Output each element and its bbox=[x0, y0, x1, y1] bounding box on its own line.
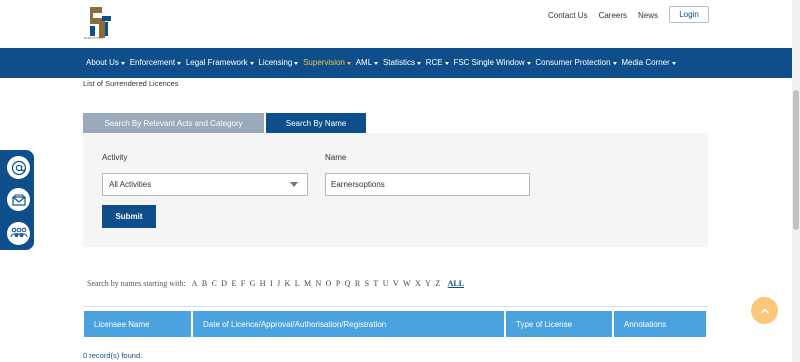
page-title: List of Surrendered Licences bbox=[83, 79, 179, 88]
nav-item-label: Supervision bbox=[303, 58, 345, 67]
column-header-type: Type of License bbox=[506, 311, 612, 337]
caret-down-icon bbox=[249, 61, 254, 65]
nav-item-licensing[interactable]: Licensing bbox=[258, 58, 299, 67]
letter-filter-e[interactable]: E bbox=[231, 279, 236, 288]
envelope-button[interactable] bbox=[6, 187, 31, 212]
nav-item-about-us[interactable]: About Us bbox=[86, 58, 125, 67]
letter-filter-p[interactable]: P bbox=[336, 279, 340, 288]
activity-select[interactable]: All Activities bbox=[102, 173, 308, 196]
caret-down-icon bbox=[177, 61, 182, 65]
caret-down-icon bbox=[374, 61, 379, 65]
top-links: Contact Us Careers News bbox=[548, 11, 669, 20]
chevron-up-icon bbox=[760, 307, 769, 314]
letter-filter-b[interactable]: B bbox=[202, 279, 207, 288]
caret-down-icon bbox=[671, 61, 676, 65]
letter-filter-z[interactable]: Z bbox=[435, 279, 440, 288]
letter-filter-v[interactable]: V bbox=[393, 279, 399, 288]
letter-filter-f[interactable]: F bbox=[241, 279, 245, 288]
news-link[interactable]: News bbox=[638, 11, 658, 20]
letter-filter-u[interactable]: U bbox=[383, 279, 389, 288]
alphabet-label: Search by names starting with: bbox=[87, 279, 186, 288]
letter-filter-a[interactable]: A bbox=[192, 279, 198, 288]
nav-item-fsc-single-window[interactable]: FSC Single Window bbox=[453, 58, 531, 67]
column-header-date: Date of Licence/Approval/Authorisation/R… bbox=[193, 311, 504, 337]
nav-item-supervision[interactable]: Supervision bbox=[303, 58, 351, 67]
people-group-icon bbox=[10, 227, 27, 237]
letter-filter-t[interactable]: T bbox=[373, 279, 378, 288]
letter-filter-o[interactable]: O bbox=[326, 279, 332, 288]
caret-down-icon bbox=[444, 61, 449, 65]
nav-item-aml[interactable]: AML bbox=[355, 58, 379, 67]
nav-item-label: About Us bbox=[86, 58, 119, 67]
nav-item-label: Licensing bbox=[258, 58, 293, 67]
nav-item-label: Statistics bbox=[382, 58, 415, 67]
letter-filter-g[interactable]: G bbox=[250, 279, 256, 288]
back-to-top-button[interactable] bbox=[751, 297, 778, 324]
letter-filter-s[interactable]: S bbox=[365, 279, 369, 288]
contact-us-link[interactable]: Contact Us bbox=[548, 11, 588, 20]
letter-filter-n[interactable]: N bbox=[315, 279, 321, 288]
letter-filter-d[interactable]: D bbox=[221, 279, 227, 288]
letter-filter-all[interactable]: ALL bbox=[448, 279, 464, 288]
letter-filter-l[interactable]: L bbox=[295, 279, 300, 288]
nav-list: About Us Enforcement Legal Framework Licens… bbox=[86, 58, 681, 67]
caret-down-icon bbox=[346, 61, 351, 65]
caret-down-icon bbox=[612, 61, 617, 65]
records-count: 0 record(s) found. bbox=[83, 351, 143, 360]
at-sign-button[interactable] bbox=[6, 155, 31, 180]
dropdown-arrow-icon bbox=[290, 182, 298, 187]
login-button[interactable]: Login bbox=[669, 6, 709, 23]
caret-down-icon bbox=[416, 61, 421, 65]
envelope-icon bbox=[11, 194, 26, 206]
letter-filter-m[interactable]: M bbox=[304, 279, 311, 288]
letter-filter-i[interactable]: I bbox=[270, 279, 273, 288]
letter-filter-c[interactable]: C bbox=[212, 279, 217, 288]
caret-down-icon bbox=[526, 61, 531, 65]
column-header-licensee-name: Licensee Name bbox=[84, 311, 191, 337]
main-nav: About Us Enforcement Legal Framework Licens… bbox=[0, 48, 792, 78]
letter-filter-k[interactable]: K bbox=[285, 279, 291, 288]
submit-button[interactable]: Submit bbox=[102, 205, 156, 228]
letter-filter-w[interactable]: W bbox=[403, 279, 411, 288]
nav-item-label: FSC Single Window bbox=[453, 58, 525, 67]
nav-item-label: Legal Framework bbox=[185, 58, 248, 67]
careers-link[interactable]: Careers bbox=[599, 11, 627, 20]
name-label: Name bbox=[325, 153, 347, 162]
activity-select-value: All Activities bbox=[109, 180, 152, 189]
letter-filter-y[interactable]: Y bbox=[425, 279, 431, 288]
letter-filter-x[interactable]: X bbox=[415, 279, 421, 288]
alphabet-filter: Search by names starting with: ABCDEFGHI… bbox=[87, 279, 468, 288]
nav-item-consumer-protection[interactable]: Consumer Protection bbox=[535, 58, 617, 67]
nav-item-rce[interactable]: RCE bbox=[426, 58, 449, 67]
tab-search-by-name[interactable]: Search By Name bbox=[266, 113, 366, 133]
nav-item-media-corner[interactable]: Media Corner bbox=[621, 58, 676, 67]
name-input[interactable] bbox=[325, 173, 530, 196]
letter-filter-r[interactable]: R bbox=[355, 279, 360, 288]
nav-item-label: Enforcement bbox=[129, 58, 176, 67]
letter-filter-h[interactable]: H bbox=[260, 279, 266, 288]
caret-down-icon bbox=[120, 61, 125, 65]
people-group-button[interactable] bbox=[6, 221, 31, 246]
nav-item-label: Consumer Protection bbox=[535, 58, 611, 67]
nav-item-label: Media Corner bbox=[621, 58, 670, 67]
column-header-annotations: Annotations bbox=[614, 311, 706, 337]
letter-filter-q[interactable]: Q bbox=[345, 279, 351, 288]
letter-filter-j[interactable]: J bbox=[277, 279, 280, 288]
at-sign-icon bbox=[11, 160, 26, 175]
activity-label: Activity bbox=[102, 153, 128, 162]
top-header: mauritius Contact Us Careers News Login bbox=[0, 0, 800, 48]
nav-item-statistics[interactable]: Statistics bbox=[383, 58, 421, 67]
nav-item-label: RCE bbox=[425, 58, 443, 67]
scrollbar-thumb[interactable] bbox=[793, 90, 799, 230]
page-scrollbar[interactable] bbox=[792, 0, 800, 362]
divider bbox=[83, 306, 708, 307]
caret-down-icon bbox=[294, 61, 299, 65]
nav-item-enforcement[interactable]: Enforcement bbox=[129, 58, 182, 67]
tab-search-by-acts[interactable]: Search By Relevant Acts and Category bbox=[83, 113, 264, 133]
nav-item-legal-framework[interactable]: Legal Framework bbox=[186, 58, 254, 67]
logo-wordmark: mauritius bbox=[84, 35, 103, 40]
nav-item-label: AML bbox=[355, 58, 373, 67]
